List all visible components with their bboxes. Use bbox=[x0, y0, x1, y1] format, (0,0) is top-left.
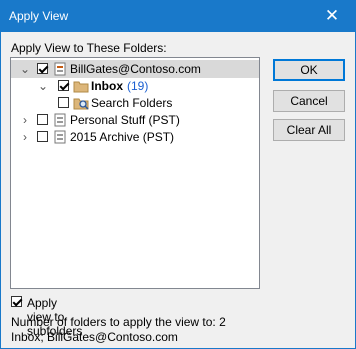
mailbox-icon bbox=[54, 62, 66, 76]
chevron-down-icon[interactable]: ⌄ bbox=[20, 60, 30, 78]
checkbox-search-folders[interactable] bbox=[58, 97, 69, 108]
tree-item-label: BillGates@Contoso.com bbox=[70, 62, 201, 76]
checkbox-mailbox[interactable] bbox=[37, 63, 48, 74]
tree-item-2015-archive[interactable]: › 2015 Archive (PST) bbox=[11, 128, 259, 146]
tree-item-label: Search Folders bbox=[91, 96, 173, 110]
checkbox-inbox[interactable] bbox=[58, 80, 69, 91]
tree-item-label: 2015 Archive (PST) bbox=[70, 130, 175, 144]
data-file-icon bbox=[54, 130, 66, 144]
folder-icon bbox=[73, 81, 89, 93]
apply-subfolders-checkbox[interactable] bbox=[11, 296, 22, 307]
selected-folders-text: Inbox; BillGates@Contoso.com bbox=[11, 330, 178, 344]
apply-view-dialog: Apply View ✕ Apply View to These Folders… bbox=[0, 0, 356, 349]
data-file-icon bbox=[54, 113, 66, 127]
window-title: Apply View bbox=[9, 9, 69, 23]
folder-count-text: Number of folders to apply the view to: … bbox=[11, 315, 226, 329]
tree-item-label: Personal Stuff (PST) bbox=[70, 113, 180, 127]
tree-item-personal-stuff[interactable]: › Personal Stuff (PST) bbox=[11, 111, 259, 129]
chevron-right-icon[interactable]: › bbox=[20, 111, 30, 129]
tree-item-mailbox[interactable]: ⌄ BillGates@Contoso.com bbox=[11, 60, 259, 78]
unread-count: (19) bbox=[127, 79, 149, 93]
folders-label: Apply View to These Folders: bbox=[11, 41, 167, 55]
close-icon[interactable]: ✕ bbox=[309, 1, 355, 32]
checkbox-personal-stuff[interactable] bbox=[37, 114, 48, 125]
clear-all-button[interactable]: Clear All bbox=[273, 119, 345, 141]
ok-button[interactable]: OK bbox=[273, 59, 345, 81]
tree-item-search-folders[interactable]: Search Folders bbox=[11, 94, 259, 112]
chevron-right-icon[interactable]: › bbox=[20, 128, 30, 146]
folder-tree[interactable]: ⌄ BillGates@Contoso.com ⌄ Inbox (19) Sea… bbox=[10, 57, 260, 289]
checkbox-2015-archive[interactable] bbox=[37, 131, 48, 142]
tree-item-label: Inbox bbox=[91, 79, 123, 93]
chevron-down-icon[interactable]: ⌄ bbox=[38, 77, 48, 95]
tree-item-inbox[interactable]: ⌄ Inbox (19) bbox=[11, 77, 259, 95]
search-folder-icon bbox=[73, 98, 89, 110]
cancel-button[interactable]: Cancel bbox=[273, 90, 345, 112]
title-bar: Apply View ✕ bbox=[1, 1, 355, 32]
